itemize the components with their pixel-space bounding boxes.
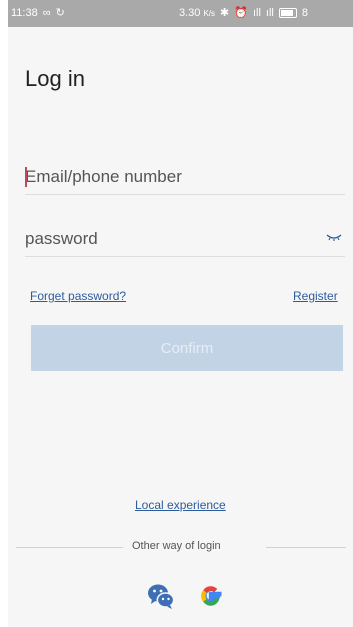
confirm-button[interactable]: Confirm	[31, 325, 343, 371]
status-bar: 11:38 ∞ ↻ 3.30 K/s ✱ ⏰ ıll ıll 8	[8, 0, 353, 27]
password-field[interactable]	[25, 226, 345, 257]
sync-icon: ↻	[55, 6, 65, 19]
text-cursor	[25, 167, 27, 187]
network-speed-unit: K/s	[203, 9, 216, 18]
divider-line-right	[266, 547, 346, 548]
local-experience-link[interactable]: Local experience	[135, 498, 226, 512]
forget-password-link[interactable]: Forget password?	[30, 289, 126, 303]
alarm-icon: ⏰	[234, 6, 248, 19]
battery-level: 8	[301, 7, 308, 19]
other-login-divider: Other way of login	[16, 540, 346, 554]
wechat-icon[interactable]	[147, 582, 175, 610]
eye-closed-icon[interactable]	[326, 232, 342, 242]
status-left: 11:38 ∞ ↻	[11, 7, 65, 19]
bluetooth-icon: ✱	[220, 6, 230, 19]
clock: 11:38	[11, 7, 38, 19]
signal-icon-2: ıll	[265, 6, 274, 19]
email-input[interactable]	[25, 164, 305, 190]
signal-icon: ıll	[252, 6, 261, 19]
status-right: 3.30 K/s ✱ ⏰ ıll ıll 8	[179, 7, 308, 19]
network-speed-value: 3.30	[179, 7, 201, 19]
other-login-label: Other way of login	[132, 540, 221, 552]
battery-icon	[278, 8, 297, 18]
password-input[interactable]	[25, 226, 305, 252]
network-speed: 3.30 K/s	[179, 7, 215, 19]
divider-line-left	[16, 547, 123, 548]
app-screen: 11:38 ∞ ↻ 3.30 K/s ✱ ⏰ ıll ıll 8 Log in …	[8, 0, 353, 627]
email-field[interactable]	[25, 164, 345, 195]
google-icon[interactable]	[197, 582, 225, 610]
register-link[interactable]: Register	[293, 289, 338, 303]
link-icon: ∞	[42, 6, 51, 19]
page-title: Log in	[25, 66, 85, 91]
